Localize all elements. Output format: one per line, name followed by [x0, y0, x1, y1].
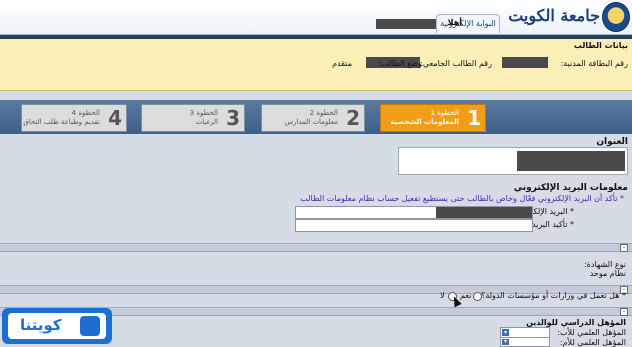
confirm-email-field[interactable]	[295, 219, 533, 232]
step-schools-info[interactable]: 2 الخطوة 2 معلومات المدارس	[261, 104, 365, 132]
father-qualification-label: المؤهل العلمي للأب:	[557, 328, 626, 337]
watermark-logo: كويتنا	[2, 308, 112, 344]
student-info-panel: بيانات الطالب رقم البطاقة المدنية: رقم ا…	[0, 39, 632, 91]
collapse-icon[interactable]: -	[620, 308, 628, 316]
radio-yes-label: نعم	[460, 291, 472, 300]
step-subtitle: المعلومات الشخصية	[390, 118, 459, 126]
step-personal-info[interactable]: 1 الخطوة 1 المعلومات الشخصية	[380, 104, 486, 132]
radio-yes[interactable]	[473, 292, 482, 301]
certificate-type-label: نوع الشهادة:	[583, 260, 626, 269]
redacted-civil-id	[502, 57, 548, 68]
redacted-email	[436, 207, 532, 218]
step-submit-application[interactable]: 4 الخطوة 4 تقديم وطباعة طلب التحاق	[21, 104, 127, 132]
welcome-text: أهلا	[447, 18, 462, 27]
step-number: 1	[467, 106, 481, 130]
page-header: جامعة الكويت البوابة الإلكترونية أهلا	[0, 0, 632, 35]
step-subtitle: تقديم وطباعة طلب التحاق	[23, 118, 100, 126]
step-number: 2	[346, 106, 360, 130]
radio-no-label: لا	[440, 291, 445, 300]
watermark-text: كويتنا	[20, 316, 62, 334]
chevron-down-icon: ▾	[502, 338, 509, 345]
step-number: 4	[108, 106, 122, 130]
address-title: العنوان	[596, 137, 628, 147]
student-info-title: بيانات الطالب	[573, 41, 628, 50]
email-note: * تأكد أن البريد الإلكتروني فعّال وخاص ب…	[300, 194, 624, 203]
status-label: وضع الطالب:	[377, 59, 422, 68]
watermark-inner: كويتنا	[8, 313, 106, 339]
collapse-icon[interactable]: -	[620, 244, 628, 252]
welcome-bar: أهلا	[340, 17, 464, 31]
watermark-icon	[80, 316, 100, 336]
step-title: الخطوة 2	[309, 109, 338, 117]
civil-id-label: رقم البطاقة المدنية:	[560, 59, 628, 68]
step-title: الخطوة 3	[189, 109, 218, 117]
student-id-label: رقم الطالب الجامعي:	[420, 59, 492, 68]
email-field[interactable]	[295, 206, 533, 219]
step-title: الخطوة 1	[430, 109, 459, 117]
certificate-type-value: نظام موحد	[589, 269, 626, 278]
address-field[interactable]	[398, 147, 628, 175]
step-title: الخطوة 4	[71, 109, 100, 117]
employment-question: * هل تعمل في وزارات أو مؤسسات الدولة؟	[481, 291, 626, 300]
step-number: 3	[226, 106, 240, 130]
step-subtitle: الرغبات	[195, 118, 218, 126]
redacted-address	[517, 151, 625, 171]
email-section-title: معلومات البريد الإلكتروني	[513, 183, 628, 193]
chevron-down-icon: ▾	[502, 329, 509, 336]
status-value: متقدم	[332, 59, 352, 68]
step-subtitle: معلومات المدارس	[284, 118, 338, 126]
university-logo	[602, 2, 630, 32]
steps-bar: 1 الخطوة 1 المعلومات الشخصية 2 الخطوة 2 …	[0, 100, 632, 134]
step-preferences[interactable]: 3 الخطوة 3 الرغبات	[141, 104, 245, 132]
parents-section-title: المؤهل الدراسي للوالدين	[526, 318, 626, 327]
redacted-username	[376, 19, 436, 29]
university-name: جامعة الكويت	[508, 6, 600, 25]
section-divider: -	[0, 243, 632, 252]
